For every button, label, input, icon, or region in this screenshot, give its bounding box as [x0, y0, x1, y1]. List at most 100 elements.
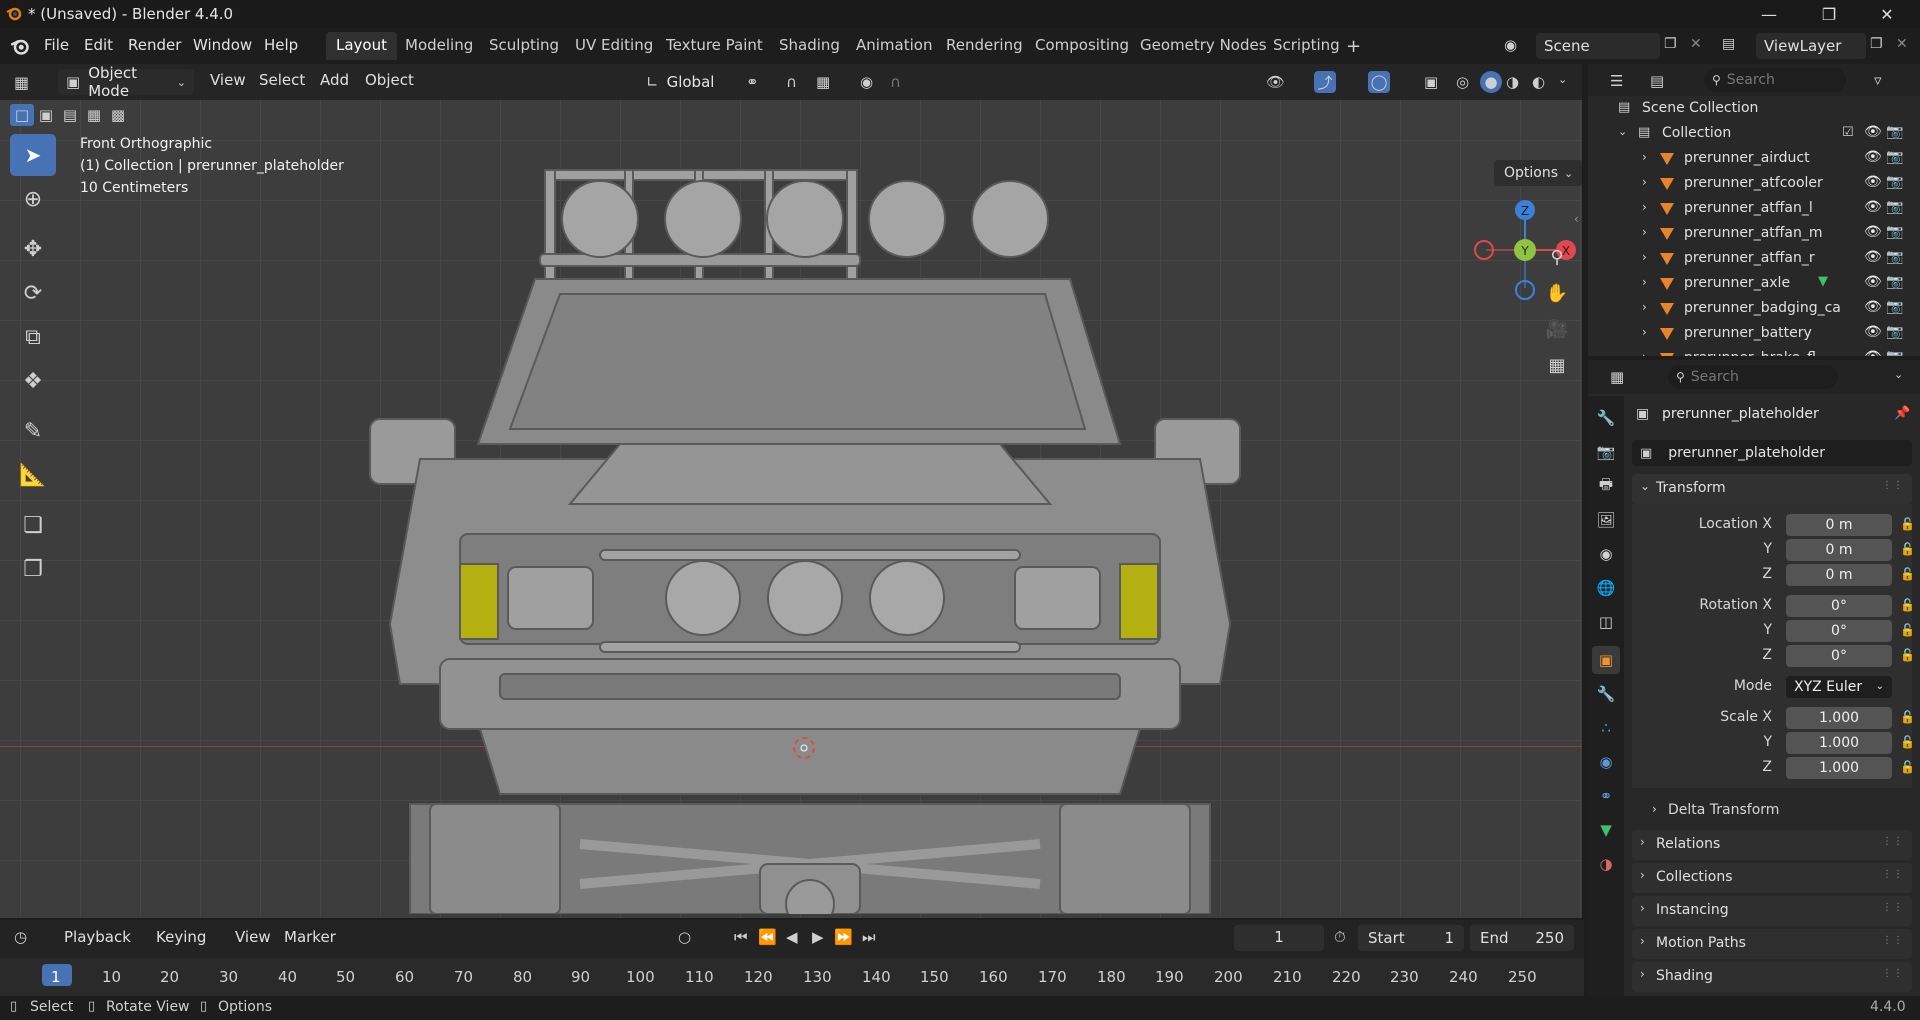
end-frame-field[interactable]: End 250 — [1470, 925, 1574, 951]
select-subtract-icon[interactable]: ▤ — [58, 104, 82, 126]
blender-menu-icon[interactable] — [10, 36, 30, 56]
tab-material[interactable]: ◑ — [1592, 850, 1620, 878]
tab-sculpting[interactable]: Sculpting — [479, 32, 569, 60]
camera-icon[interactable]: 📷 — [1886, 199, 1903, 215]
outliner-object-row[interactable]: › prerunner_atfcooler 👁 📷 — [1588, 171, 1920, 196]
snap-target-icon[interactable]: ▦ — [816, 73, 830, 91]
timeline-view-menu[interactable]: View — [235, 928, 271, 946]
eye-icon[interactable]: 👁 — [1864, 349, 1882, 356]
add-workspace-icon[interactable]: + — [1346, 36, 1361, 57]
tab-collection[interactable]: ◫ — [1592, 608, 1620, 636]
material-shading-icon[interactable]: ◑ — [1506, 73, 1519, 91]
view-layer-icon[interactable]: ▤ — [1722, 36, 1735, 52]
location-z-field[interactable]: 0 m — [1786, 564, 1892, 586]
menu-object[interactable]: Object — [365, 71, 414, 89]
eye-icon[interactable]: 👁 — [1864, 199, 1882, 215]
lock-icon[interactable]: 🔓 — [1900, 735, 1915, 749]
drag-handle-icon[interactable]: ⋮⋮ — [1882, 480, 1904, 491]
outliner-object-row[interactable]: › prerunner_brake_fl 👁 📷 — [1588, 346, 1920, 356]
properties-editor-icon[interactable]: ▦ — [1610, 368, 1624, 386]
camera-icon[interactable]: 📷 — [1886, 149, 1903, 165]
panel-instancing[interactable]: › Instancing ⋮⋮ — [1632, 896, 1912, 926]
tab-output[interactable]: 🖶 — [1592, 472, 1620, 500]
pivot-point-icon[interactable]: ⚭ — [746, 73, 759, 91]
tab-modeling[interactable]: Modeling — [395, 32, 483, 60]
tab-animation[interactable]: Animation — [846, 32, 942, 60]
cursor-tool[interactable]: ⊕ — [10, 178, 56, 220]
proportional-editing-icon[interactable]: ◉ — [860, 73, 873, 91]
tab-view-layer[interactable]: 🖼 — [1592, 506, 1620, 534]
drag-handle-icon[interactable]: ⋮⋮ — [1882, 935, 1904, 946]
tab-physics[interactable]: ◉ — [1592, 748, 1620, 776]
stopwatch-icon[interactable]: ⏱ — [1334, 928, 1346, 946]
lock-icon[interactable]: 🔓 — [1900, 710, 1915, 724]
rotation-y-field[interactable]: 0° — [1786, 620, 1892, 642]
jump-end-icon[interactable]: ⏭ — [862, 928, 876, 946]
chevron-right-icon[interactable]: › — [1642, 250, 1647, 264]
tab-texture-paint[interactable]: Texture Paint — [656, 32, 773, 60]
menu-select[interactable]: Select — [259, 71, 305, 89]
overlays-toggle-icon[interactable]: ◯ — [1368, 71, 1390, 93]
snap-icon[interactable]: ∩ — [786, 73, 797, 91]
lock-icon[interactable]: 🔓 — [1900, 760, 1915, 774]
chevron-down-icon[interactable]: ⌄ — [1894, 368, 1903, 381]
rotation-mode-dropdown[interactable]: XYZ Euler ⌄ — [1786, 676, 1892, 698]
scale-z-field[interactable]: 1.000 — [1786, 757, 1892, 779]
chevron-right-icon[interactable]: › — [1642, 300, 1647, 314]
chevron-right-icon[interactable]: › — [1642, 175, 1647, 189]
tab-compositing[interactable]: Compositing — [1025, 32, 1139, 60]
shading-options-icon[interactable]: ⌄ — [1558, 73, 1567, 86]
drag-handle-icon[interactable]: ⋮⋮ — [1882, 968, 1904, 979]
rendered-shading-icon[interactable]: ◐ — [1532, 73, 1545, 91]
auto-keying-icon[interactable]: ○ — [678, 928, 691, 946]
pin-icon[interactable]: 📌 — [1894, 406, 1910, 421]
tab-modifiers[interactable]: 🔧 — [1592, 680, 1620, 708]
scale-tool[interactable]: ⧉ — [10, 316, 56, 358]
select-new-icon[interactable]: □ — [10, 104, 34, 126]
outliner-object-row[interactable]: › prerunner_airduct 👁 📷 — [1588, 146, 1920, 171]
pan-button[interactable]: ✋ — [1540, 276, 1574, 310]
chevron-right-icon[interactable]: › — [1642, 325, 1647, 339]
expand-arrow-icon[interactable]: ⌄ — [1618, 125, 1627, 138]
scene-selector-icon[interactable]: ◉ — [1504, 36, 1517, 54]
display-mode-icon[interactable]: ▤ — [1650, 72, 1664, 90]
editor-type-icon[interactable]: ▦ — [14, 73, 29, 92]
tab-uv-editing[interactable]: UV Editing — [565, 32, 663, 60]
transform-tool[interactable]: ❖ — [10, 360, 56, 402]
outliner-collection[interactable]: ⌄ ▤ Collection ☑ 👁 📷 — [1588, 121, 1920, 146]
select-box-tool[interactable]: ➤ — [10, 134, 56, 176]
menu-add[interactable]: Add — [320, 71, 349, 89]
close-icon[interactable]: ✕ — [1864, 0, 1910, 28]
new-view-layer-icon[interactable]: ❐ — [1870, 36, 1883, 52]
start-frame-field[interactable]: Start 1 — [1358, 925, 1464, 951]
chevron-right-icon[interactable]: › — [1642, 350, 1647, 356]
menu-window[interactable]: Window — [193, 34, 252, 58]
outliner-object-row[interactable]: › prerunner_battery 👁 📷 — [1588, 321, 1920, 346]
chevron-right-icon[interactable]: › — [1642, 275, 1647, 289]
tab-world[interactable]: 🌐 — [1592, 574, 1620, 602]
drag-handle-icon[interactable]: ⋮⋮ — [1882, 869, 1904, 880]
lock-icon[interactable]: 🔓 — [1900, 542, 1915, 556]
tab-layout[interactable]: Layout — [326, 32, 397, 60]
properties-search[interactable]: ⚲ Search — [1668, 365, 1838, 389]
timeline-editor-icon[interactable]: ◷ — [14, 928, 27, 946]
wireframe-shading-icon[interactable]: ◎ — [1456, 73, 1469, 91]
camera-icon[interactable]: 📷 — [1886, 249, 1903, 265]
lock-icon[interactable]: 🔓 — [1900, 648, 1915, 662]
outliner-object-row[interactable]: › prerunner_atffan_m 👁 📷 — [1588, 221, 1920, 246]
scale-x-field[interactable]: 1.000 — [1786, 707, 1892, 729]
options-dropdown[interactable]: Options ⌄ — [1494, 160, 1582, 186]
play-icon[interactable]: ▶ — [812, 928, 824, 946]
mode-dropdown[interactable]: ▣ Object Mode ⌄ — [58, 64, 194, 100]
visibility-icon[interactable]: 👁 — [1266, 73, 1285, 91]
eye-icon[interactable]: 👁 — [1864, 174, 1882, 190]
eye-icon[interactable]: 👁 — [1864, 249, 1882, 265]
gizmo-toggle-icon[interactable]: ⤴ — [1314, 71, 1336, 93]
remove-view-layer-icon[interactable]: ✕ — [1896, 36, 1908, 52]
tab-shading[interactable]: Shading — [769, 32, 850, 60]
chevron-right-icon[interactable]: › — [1642, 200, 1647, 214]
next-keyframe-icon[interactable]: ⏩ — [834, 928, 853, 946]
outliner-object-row[interactable]: › prerunner_badging_ca 👁 📷 — [1588, 296, 1920, 321]
camera-icon[interactable]: 📷 — [1886, 299, 1903, 315]
select-intersect-icon[interactable]: ▩ — [106, 104, 130, 126]
